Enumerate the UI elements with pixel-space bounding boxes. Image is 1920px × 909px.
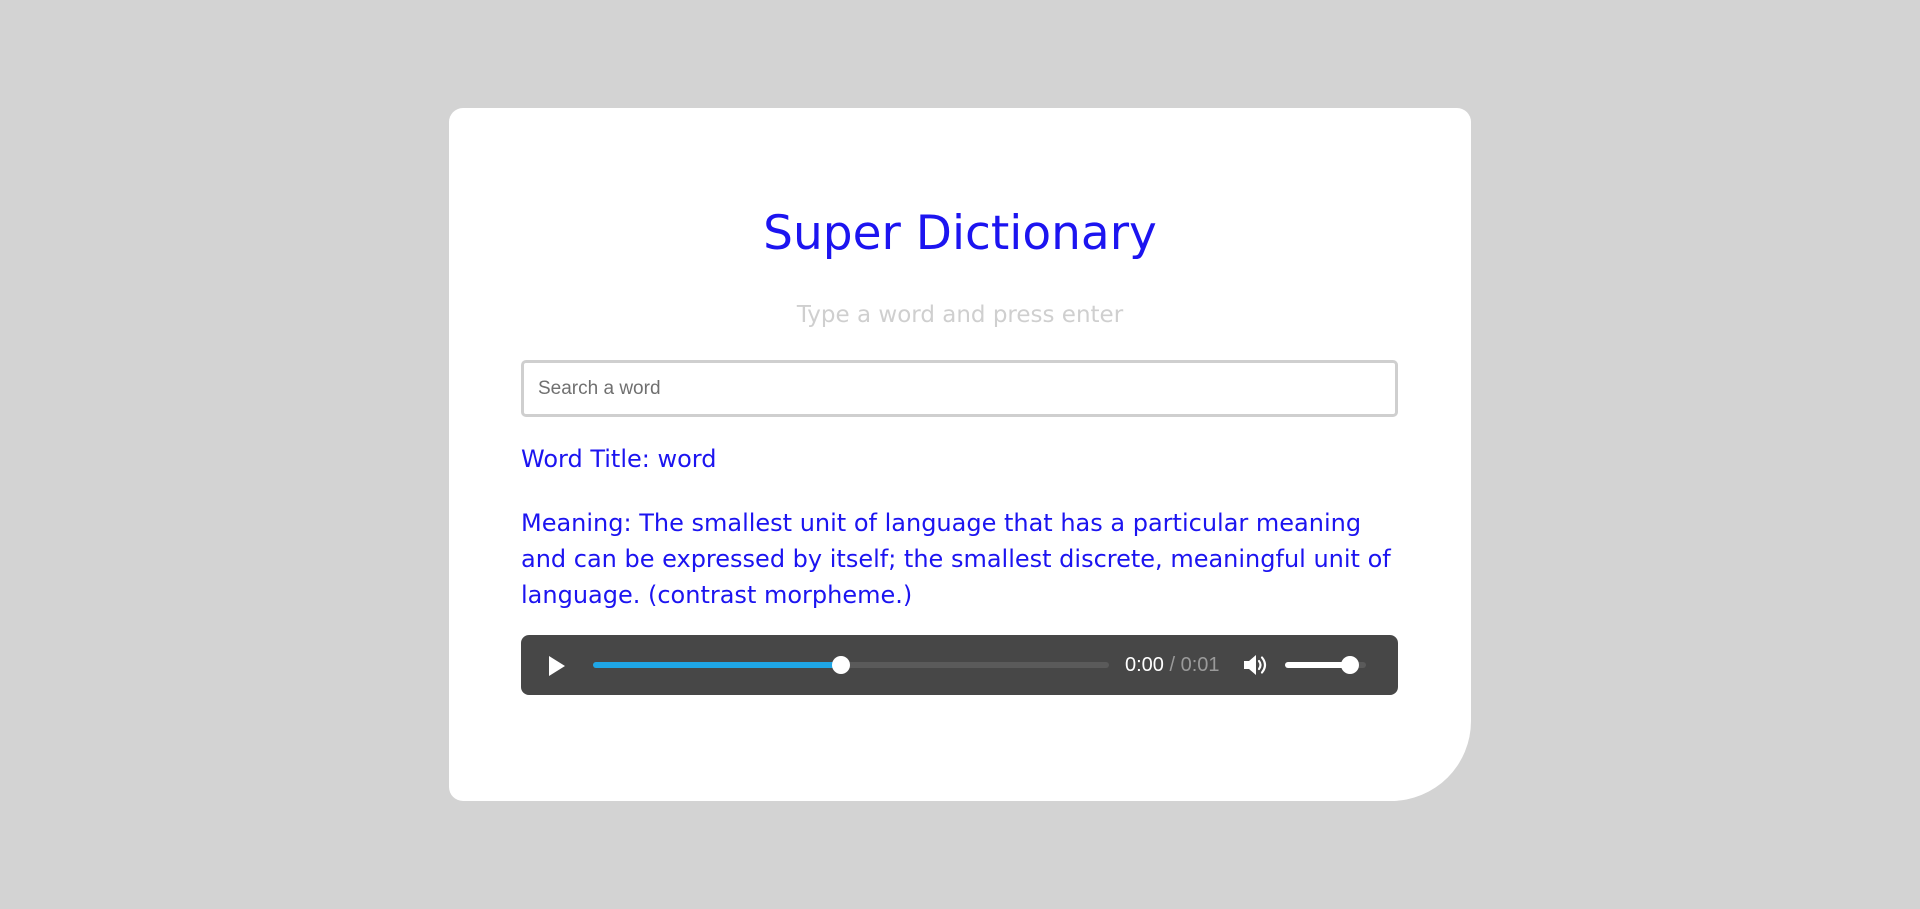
time-separator: / — [1163, 654, 1181, 676]
word-meaning: Meaning: The smallest unit of language t… — [521, 509, 1391, 609]
progress-thumb[interactable] — [831, 656, 850, 674]
play-icon — [549, 656, 565, 676]
duration: 0:01 — [1180, 654, 1220, 676]
mute-button[interactable] — [1242, 652, 1270, 678]
progress-slider[interactable] — [593, 656, 1109, 674]
volume-icon — [1244, 655, 1267, 675]
app-title: Super Dictionary — [763, 206, 1157, 261]
dictionary-card: Super Dictionary Type a word and press e… — [449, 108, 1471, 801]
word-title: Word Title: word — [521, 445, 717, 473]
audio-player: 0:00 / 0:01 — [521, 635, 1398, 695]
app-subtitle: Type a word and press enter — [796, 302, 1124, 328]
volume-thumb[interactable] — [1340, 656, 1359, 674]
volume-slider[interactable] — [1285, 656, 1366, 674]
time-display: 0:00 / 0:01 — [1125, 653, 1220, 677]
progress-fill — [593, 662, 841, 668]
search-input[interactable] — [521, 360, 1398, 417]
current-time: 0:00 — [1125, 654, 1164, 676]
play-button[interactable] — [543, 653, 569, 679]
